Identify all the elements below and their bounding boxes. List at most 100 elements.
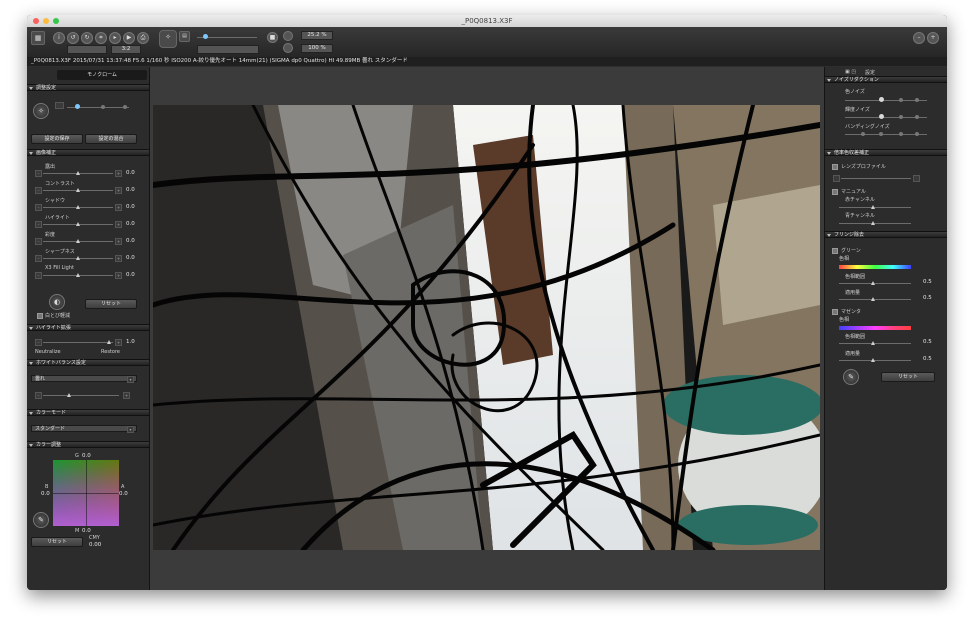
slider-minus[interactable]: – — [35, 187, 42, 194]
green-checkbox[interactable] — [832, 248, 838, 254]
preset-list-icon[interactable] — [55, 102, 64, 109]
reset-color-button[interactable]: リセット — [31, 537, 83, 547]
highlight-plus[interactable]: + — [115, 339, 122, 346]
fringe-eyedropper-icon[interactable]: ✎ — [843, 369, 859, 385]
slider-minus[interactable]: – — [35, 272, 42, 279]
lens-profile-minus[interactable] — [833, 175, 840, 182]
whiteout-checkbox[interactable] — [37, 313, 43, 319]
preset-slider-knob[interactable] — [75, 104, 80, 109]
slider-knob[interactable] — [76, 188, 80, 192]
blue-channel-knob[interactable] — [871, 221, 875, 225]
slider-knob[interactable] — [76, 222, 80, 226]
section-fringe-removal[interactable]: フリンジ除去 — [825, 231, 947, 238]
lens-profile-plus[interactable] — [913, 175, 920, 182]
slider-minus[interactable]: – — [35, 170, 42, 177]
red-channel-track[interactable] — [839, 207, 911, 208]
section-white-balance[interactable]: ホワイトバランス設定 — [27, 359, 149, 366]
close-button[interactable] — [33, 18, 39, 24]
blue-channel-track[interactable] — [839, 223, 911, 224]
slider-plus[interactable]: + — [115, 221, 122, 228]
slider-minus[interactable]: – — [35, 221, 42, 228]
photo-preview[interactable] — [153, 105, 820, 550]
rotate-right-icon[interactable]: ↻ — [81, 32, 93, 44]
wb-knob[interactable] — [67, 393, 71, 397]
play-icon[interactable]: ▶ — [123, 32, 135, 44]
auto-adjust-icon[interactable]: ◐ — [49, 294, 65, 310]
magenta-hue-range-knob[interactable] — [871, 341, 875, 345]
toolbar-slider-knob[interactable] — [203, 34, 208, 39]
crop-ratio-select[interactable]: 3:2 — [111, 45, 141, 54]
section-image-correction[interactable]: 画像補正 — [27, 149, 149, 156]
section-color-mode[interactable]: カラーモード — [27, 409, 149, 416]
slider-plus[interactable]: + — [115, 170, 122, 177]
magenta-amount-knob[interactable] — [871, 358, 875, 362]
red-channel-knob[interactable] — [871, 205, 875, 209]
green-hue-range-track[interactable] — [839, 283, 911, 284]
slider-minus[interactable]: – — [35, 238, 42, 245]
slider-plus[interactable]: + — [115, 255, 122, 262]
slider-plus[interactable]: + — [115, 272, 122, 279]
manual-checkbox[interactable] — [832, 189, 838, 195]
color-noise-knob[interactable] — [879, 97, 884, 102]
green-amount-knob[interactable] — [871, 297, 875, 301]
highlight-track[interactable] — [43, 342, 113, 343]
slider-minus[interactable]: – — [35, 204, 42, 211]
save-settings-button[interactable]: 設定の保存 — [31, 134, 83, 144]
section-adjust[interactable]: 調整設定 — [27, 84, 149, 91]
magenta-checkbox[interactable] — [832, 309, 838, 315]
settings-tab-label[interactable]: 設定 — [865, 69, 875, 76]
info-icon[interactable]: i — [53, 32, 65, 44]
fringe-reset-button[interactable]: リセット — [881, 372, 935, 382]
zoom-fit-icon[interactable] — [283, 31, 293, 41]
green-hue-bar[interactable] — [839, 265, 911, 269]
lens-profile-track[interactable] — [841, 178, 911, 179]
crop-icon[interactable]: ⌗ — [95, 32, 107, 44]
crop-select-left[interactable] — [67, 45, 107, 54]
slider-minus[interactable]: – — [35, 255, 42, 262]
print-icon[interactable]: ⎙ — [137, 32, 149, 44]
grid-view-icon[interactable]: ▦ — [31, 31, 45, 45]
wb-track[interactable] — [43, 395, 119, 396]
wb-plus[interactable]: + — [123, 392, 130, 399]
slider-knob[interactable] — [76, 273, 80, 277]
tone-preset-icon[interactable]: ✧ — [33, 103, 49, 119]
eyedropper-icon[interactable]: ✎ — [33, 512, 49, 528]
magenta-amount-track[interactable] — [839, 360, 911, 361]
tone-icon[interactable]: ✧ — [159, 30, 177, 48]
color-mode-select[interactable]: スタンダード — [31, 425, 137, 432]
minimize-button[interactable] — [43, 18, 49, 24]
wb-dropdown-icon[interactable]: ▾ — [127, 376, 134, 383]
magenta-hue-bar[interactable] — [839, 326, 911, 330]
zoom-100-box[interactable]: 100 % — [301, 44, 333, 53]
mix-settings-button[interactable]: 設定の混合 — [85, 134, 137, 144]
green-hue-range-knob[interactable] — [871, 281, 875, 285]
maximize-panel-icon[interactable]: + — [927, 32, 939, 44]
slider-plus[interactable]: + — [115, 187, 122, 194]
section-highlight[interactable]: ハイライト拡張 — [27, 324, 149, 331]
section-color-adjust[interactable]: カラー調整 — [27, 441, 149, 448]
slider-plus[interactable]: + — [115, 238, 122, 245]
color-mode-dropdown-icon[interactable]: ▾ — [127, 426, 134, 433]
stop-icon[interactable]: ■ — [267, 32, 278, 43]
toolbar-value-box[interactable] — [197, 45, 259, 54]
section-noise-reduction[interactable]: ノイズリダクション — [825, 76, 947, 83]
highlight-knob[interactable] — [107, 340, 111, 344]
section-chromatic-aberration[interactable]: 倍率色収差補正 — [825, 149, 947, 156]
wb-minus[interactable]: – — [35, 392, 42, 399]
minimize-panel-icon[interactable]: – — [913, 32, 925, 44]
tab-monochrome[interactable]: モノクローム — [57, 70, 147, 80]
reset-image-button[interactable]: リセット — [85, 299, 137, 309]
zoom-percent-box[interactable]: 25.2 % — [301, 31, 333, 40]
lum-noise-knob[interactable] — [879, 114, 884, 119]
magenta-hue-range-track[interactable] — [839, 343, 911, 344]
slider-knob[interactable] — [76, 239, 80, 243]
slider-knob[interactable] — [76, 171, 80, 175]
slider-knob[interactable] — [76, 256, 80, 260]
zoom-button[interactable] — [53, 18, 59, 24]
green-amount-track[interactable] — [839, 299, 911, 300]
slider-knob[interactable] — [76, 205, 80, 209]
settings-icon[interactable]: ▣ ◳ — [845, 69, 856, 75]
highlight-minus[interactable]: – — [35, 339, 42, 346]
next-icon[interactable]: ▸ — [109, 32, 121, 44]
slider-plus[interactable]: + — [115, 204, 122, 211]
